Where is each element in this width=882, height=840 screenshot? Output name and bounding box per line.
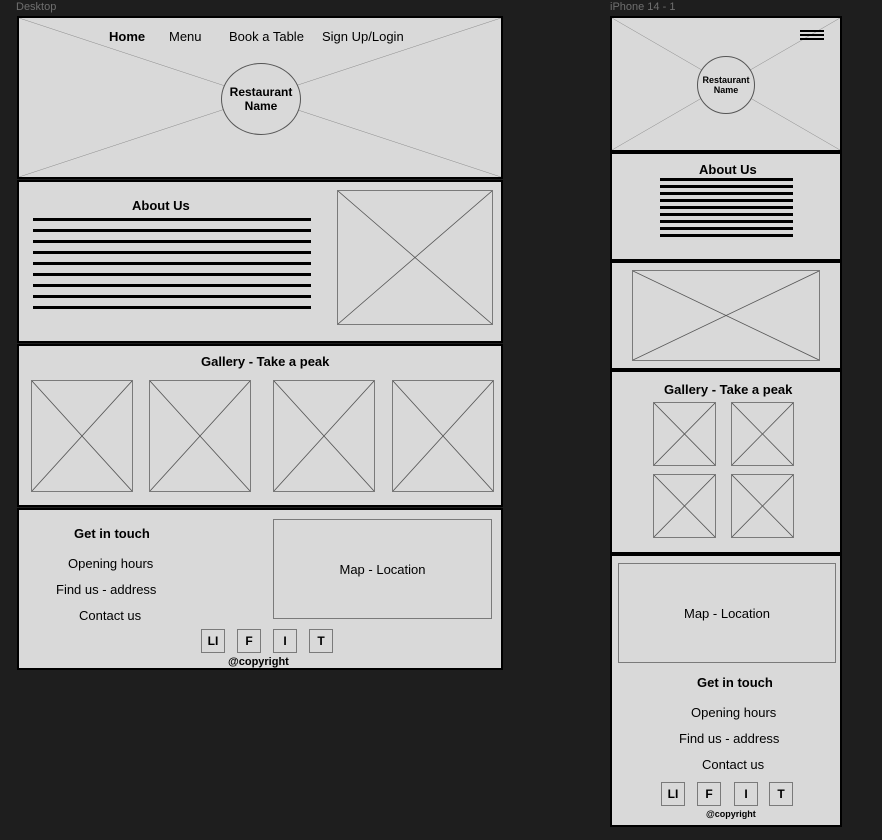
desktop-gallery-section: Gallery - Take a peak: [17, 344, 503, 507]
mobile-about-title: About Us: [699, 162, 757, 177]
mobile-copyright-text: @copyright: [706, 809, 756, 819]
mobile-facebook-icon[interactable]: F: [697, 782, 721, 806]
facebook-icon[interactable]: F: [237, 629, 261, 653]
desktop-hero-section: Home Menu Book a Table Sign Up/Login Res…: [17, 16, 503, 179]
restaurant-name-line2: Name: [244, 99, 278, 113]
mobile-restaurant-name-line2: Name: [713, 85, 739, 95]
mobile-contact-section: Map - Location Get in touch Opening hour…: [610, 554, 842, 827]
desktop-frame-label: Desktop: [16, 1, 57, 13]
mobile-contact-title: Get in touch: [697, 675, 773, 690]
mobile-gallery-image-4-placeholder-icon[interactable]: [731, 474, 794, 538]
nav-signup-login-link[interactable]: Sign Up/Login: [322, 29, 404, 44]
mobile-linkedin-icon[interactable]: LI: [661, 782, 685, 806]
gallery-image-4-placeholder-icon[interactable]: [392, 380, 494, 492]
mobile-hero-section: Restaurant Name: [610, 16, 842, 152]
gallery-image-3-placeholder-icon[interactable]: [273, 380, 375, 492]
desktop-contact-section: Get in touch Opening hours Find us - add…: [17, 508, 503, 670]
mobile-opening-hours-link[interactable]: Opening hours: [691, 705, 776, 720]
mobile-gallery-image-2-placeholder-icon[interactable]: [731, 402, 794, 466]
mobile-address-link[interactable]: Find us - address: [679, 731, 779, 746]
hamburger-menu-icon[interactable]: [800, 30, 824, 42]
nav-home-link[interactable]: Home: [109, 29, 145, 44]
mobile-frame-label: iPhone 14 - 1: [610, 1, 676, 13]
contact-title: Get in touch: [74, 526, 150, 541]
map-location-placeholder[interactable]: Map - Location: [273, 519, 492, 619]
mobile-contact-us-link[interactable]: Contact us: [702, 757, 764, 772]
gallery-image-2-placeholder-icon[interactable]: [149, 380, 251, 492]
contact-us-link[interactable]: Contact us: [79, 608, 141, 623]
mobile-restaurant-logo[interactable]: Restaurant Name: [697, 56, 755, 114]
gallery-title: Gallery - Take a peak: [201, 354, 330, 369]
mobile-gallery-image-3-placeholder-icon[interactable]: [653, 474, 716, 538]
nav-menu-link[interactable]: Menu: [169, 29, 202, 44]
mobile-instagram-icon[interactable]: I: [734, 782, 758, 806]
desktop-about-section: About Us: [17, 180, 503, 343]
restaurant-name-line1: Restaurant: [229, 85, 293, 99]
instagram-icon[interactable]: I: [273, 629, 297, 653]
mobile-twitter-icon[interactable]: T: [769, 782, 793, 806]
nav-book-table-link[interactable]: Book a Table: [229, 29, 304, 44]
restaurant-logo[interactable]: Restaurant Name: [221, 63, 301, 135]
mobile-map-location-label: Map - Location: [684, 605, 770, 621]
mobile-gallery-section: Gallery - Take a peak: [610, 370, 842, 554]
linkedin-icon[interactable]: LI: [201, 629, 225, 653]
about-title: About Us: [132, 198, 190, 213]
mobile-about-section: About Us: [610, 152, 842, 261]
about-image-placeholder-icon: [337, 190, 493, 325]
mobile-gallery-image-1-placeholder-icon[interactable]: [653, 402, 716, 466]
map-location-label: Map - Location: [339, 561, 426, 577]
mobile-restaurant-name-line1: Restaurant: [702, 75, 750, 85]
mobile-gallery-title: Gallery - Take a peak: [664, 382, 793, 397]
gallery-image-1-placeholder-icon[interactable]: [31, 380, 133, 492]
opening-hours-link[interactable]: Opening hours: [68, 556, 153, 571]
copyright-text: @copyright: [228, 656, 289, 668]
mobile-map-location-placeholder[interactable]: Map - Location: [618, 563, 836, 663]
mobile-about-image-section: [610, 261, 842, 370]
twitter-icon[interactable]: T: [309, 629, 333, 653]
address-link[interactable]: Find us - address: [56, 582, 156, 597]
mobile-about-image-placeholder-icon: [632, 270, 820, 361]
